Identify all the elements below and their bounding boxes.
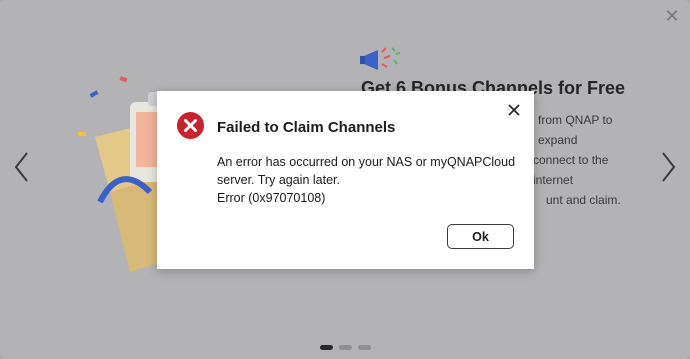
error-icon [177, 112, 204, 139]
dialog-message: An error has occurred on your NAS or myQ… [217, 153, 517, 207]
pager-dot-2[interactable] [339, 345, 352, 350]
megaphone-icon [360, 47, 401, 70]
dialog-message-line: An error has occurred on your NAS or myQ… [217, 155, 516, 169]
dialog-close-icon[interactable] [506, 102, 522, 118]
ok-button[interactable]: Ok [447, 224, 514, 249]
pager-dot-1[interactable] [320, 345, 333, 350]
prev-arrow-icon[interactable] [11, 150, 33, 184]
error-dialog: Failed to Claim Channels An error has oc… [157, 91, 534, 269]
dialog-title: Failed to Claim Channels [217, 119, 396, 136]
dialog-message-line: server. Try again later. [217, 173, 340, 187]
error-code: Error (0x97070108) [217, 191, 326, 205]
carousel-close-icon[interactable]: ✕ [662, 6, 682, 26]
next-arrow-icon[interactable] [657, 150, 679, 184]
pager-dot-3[interactable] [358, 345, 371, 350]
